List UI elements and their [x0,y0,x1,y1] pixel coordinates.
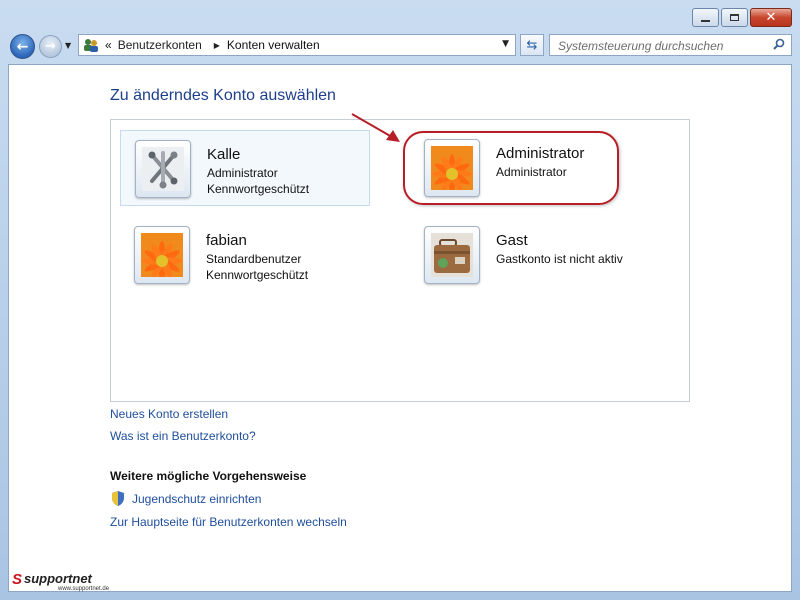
breadcrumb-item-user-accounts[interactable]: Benutzerkonten [118,38,202,52]
back-button[interactable]: ← [10,34,35,59]
account-gast[interactable]: Gast Gastkonto ist nicht aktiv [410,217,660,293]
forward-button[interactable]: → [39,35,62,58]
account-status: Kennwortgeschützt [207,182,310,196]
highlight-oval [403,131,619,205]
maximize-button[interactable] [721,8,748,27]
account-kalle[interactable]: Kalle Administrator Kennwortgeschützt [120,130,370,206]
user-accounts-home-link[interactable]: Zur Hauptseite für Benutzerkonten wechse… [110,515,347,529]
watermark-url: www.supportnet.de [57,586,110,592]
account-status: Kennwortgeschützt [206,268,309,282]
account-status: Gastkonto ist nicht aktiv [496,252,623,266]
address-bar[interactable]: « Benutzerkonten ▶ Konten verwalten ▼ [78,34,516,56]
minimize-button[interactable] [692,8,719,27]
search-icon[interactable] [773,38,785,50]
close-button[interactable]: ✕ [750,8,792,27]
caption-buttons: ✕ [692,8,792,27]
new-account-link[interactable]: Neues Konto erstellen [110,407,228,421]
navigation-bar: ← → ▼ « Benutzerkonten ▶ Konten verwalte… [8,33,792,59]
history-dropdown-icon[interactable]: ▼ [65,41,71,50]
account-type: Administrator [207,166,278,180]
account-fabian[interactable]: fabian Standardbenutzer Kennwortgeschütz… [120,217,370,293]
account-name: Gast [496,232,528,249]
annotation-arrow-icon [351,113,400,142]
supportnet-logo: S supportnet www.supportnet.de [10,570,125,597]
maximize-icon [730,14,739,21]
svg-text:S: S [12,571,22,588]
user-accounts-icon [83,37,99,53]
account-type: Standardbenutzer [206,252,302,266]
account-picture [135,140,191,198]
parental-controls-link[interactable]: Jugendschutz einrichten [132,492,261,506]
account-name: fabian [206,232,247,249]
account-name: Kalle [207,146,241,163]
breadcrumb-item-manage-accounts[interactable]: Konten verwalten [227,38,320,52]
forward-arrow-icon: → [45,39,56,54]
breadcrumb-prefix[interactable]: « [105,38,112,52]
breadcrumb-separator-icon[interactable]: ▶ [214,41,220,50]
search-input[interactable] [556,36,770,56]
refresh-button[interactable]: ⇆ [520,34,544,56]
shield-icon [112,491,124,506]
jacks-icon [142,147,184,191]
address-dropdown-icon[interactable]: ▼ [502,39,509,49]
accounts-panel: Kalle Administrator Kennwortgeschützt Ad… [110,113,690,402]
content-area: Zu änderndes Konto auswählen Kalle Admin… [8,64,792,592]
account-picture [424,226,480,284]
close-icon: ✕ [765,10,777,25]
refresh-icon: ⇆ [526,37,538,53]
watermark-brand: supportnet [24,571,93,586]
what-is-account-link[interactable]: Was ist ein Benutzerkonto? [110,429,256,443]
suitcase-icon [431,233,473,277]
minimize-icon [701,19,710,22]
search-box[interactable] [549,34,792,56]
account-picture [134,226,190,284]
flower-icon [141,233,183,277]
page-title: Zu änderndes Konto auswählen [110,87,336,104]
further-actions-heading: Weitere mögliche Vorgehensweise [110,469,307,483]
back-arrow-icon: ← [16,38,29,55]
